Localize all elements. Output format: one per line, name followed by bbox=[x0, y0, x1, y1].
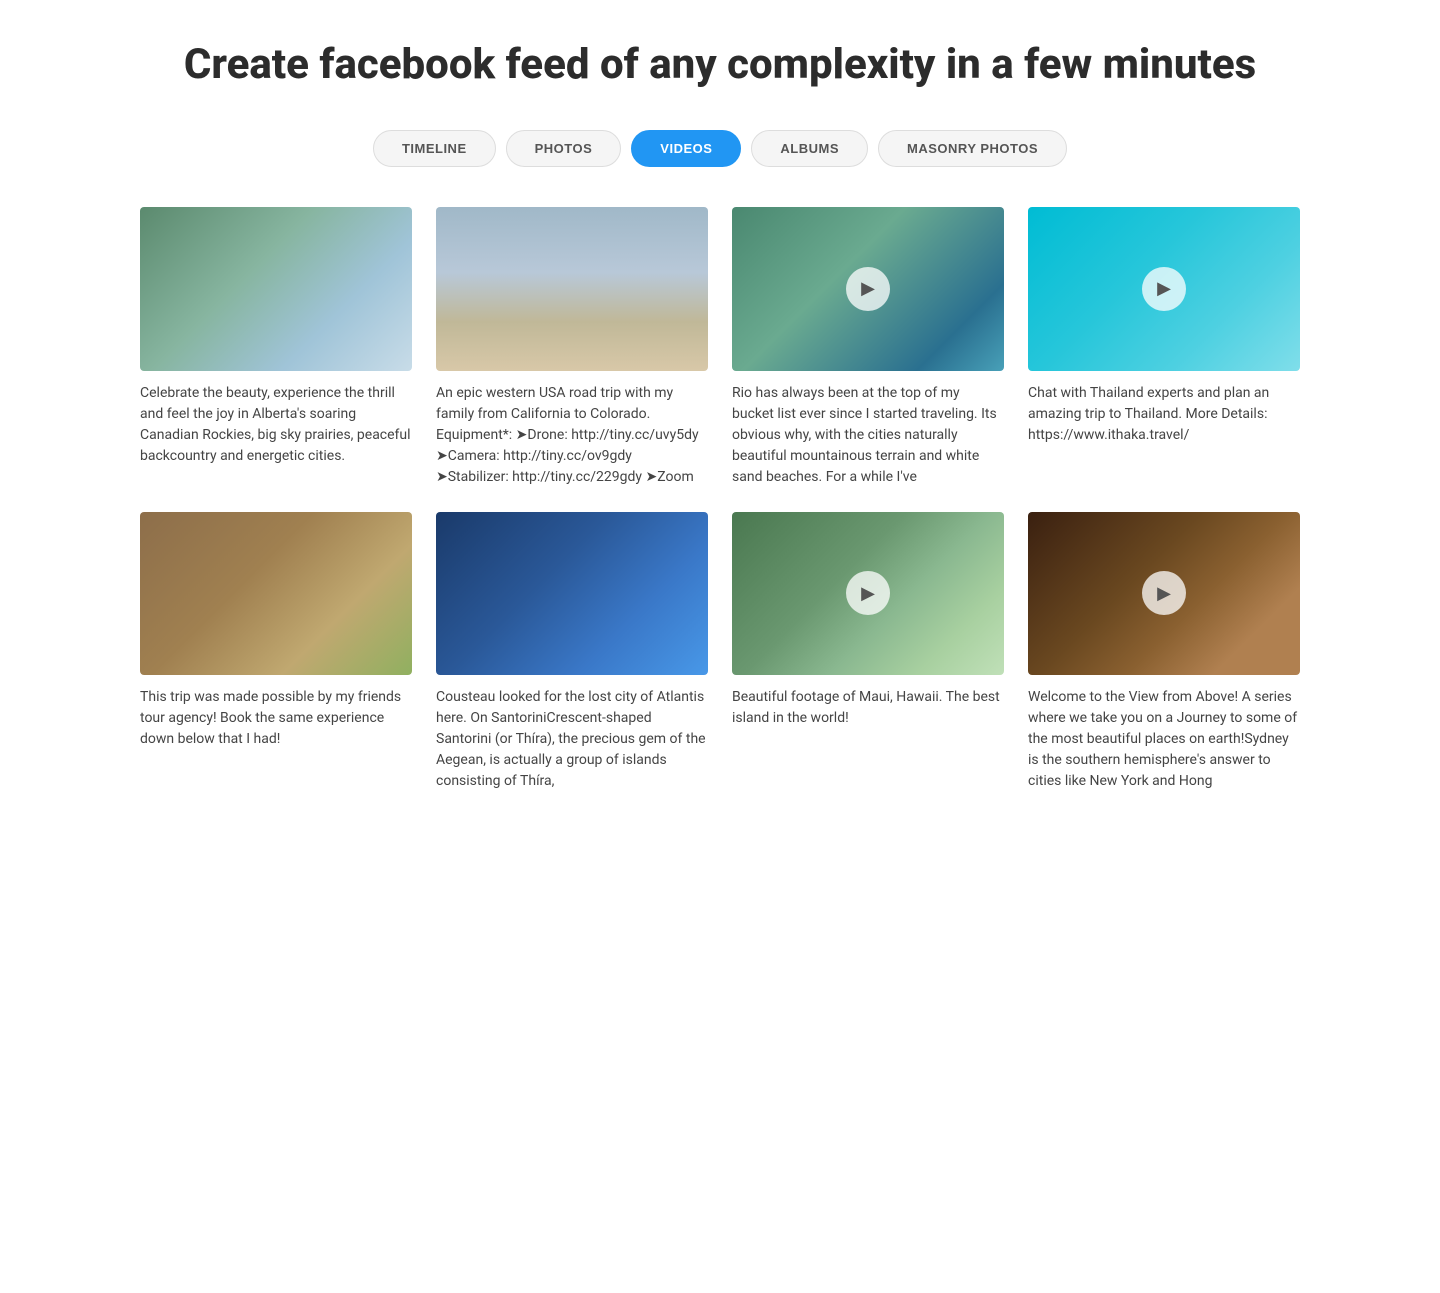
play-icon-4[interactable]: ▶ bbox=[1142, 267, 1186, 311]
tab-albums[interactable]: ALBUMS bbox=[751, 130, 868, 167]
card-7: ▶ Beautiful footage of Maui, Hawaii. The … bbox=[732, 512, 1004, 792]
tab-timeline[interactable]: TIMELINE bbox=[373, 130, 496, 167]
card-4: ▶ Chat with Thailand experts and plan an … bbox=[1028, 207, 1300, 487]
cards-grid: Celebrate the beauty, experience the thr… bbox=[140, 207, 1300, 791]
tabs-bar: TIMELINE PHOTOSVIDEOS ALBUMS MASONRY PHOTOS bbox=[140, 130, 1300, 167]
card-thumbnail-6[interactable] bbox=[436, 512, 708, 675]
card-thumbnail-2[interactable] bbox=[436, 207, 708, 370]
play-icon-3[interactable]: ▶ bbox=[846, 267, 890, 311]
card-1: Celebrate the beauty, experience the thr… bbox=[140, 207, 412, 487]
card-text-1: Celebrate the beauty, experience the thr… bbox=[140, 383, 412, 467]
card-text-6: Cousteau looked for the lost city of Atl… bbox=[436, 687, 708, 792]
card-6: Cousteau looked for the lost city of Atl… bbox=[436, 512, 708, 792]
card-thumbnail-5[interactable] bbox=[140, 512, 412, 675]
tab-photos[interactable]: PHOTOS bbox=[506, 130, 622, 167]
tab-videos[interactable]: VIDEOS bbox=[631, 130, 741, 167]
page-wrapper: Create facebook feed of any complexity i… bbox=[120, 0, 1320, 856]
card-text-3: Rio has always been at the top of my buc… bbox=[732, 383, 1004, 488]
card-text-5: This trip was made possible by my friend… bbox=[140, 687, 412, 750]
card-thumbnail-4[interactable]: ▶ bbox=[1028, 207, 1300, 370]
card-text-4: Chat with Thailand experts and plan an a… bbox=[1028, 383, 1300, 446]
hero-title: Create facebook feed of any complexity i… bbox=[140, 40, 1300, 90]
card-text-7: Beautiful footage of Maui, Hawaii. The b… bbox=[732, 687, 1004, 729]
card-text-2: An epic western USA road trip with my fa… bbox=[436, 383, 708, 488]
card-5: This trip was made possible by my friend… bbox=[140, 512, 412, 792]
play-icon-7[interactable]: ▶ bbox=[846, 571, 890, 615]
card-thumbnail-3[interactable]: ▶ bbox=[732, 207, 1004, 370]
card-8: ▶ Welcome to the View from Above! A serie… bbox=[1028, 512, 1300, 792]
card-thumbnail-7[interactable]: ▶ bbox=[732, 512, 1004, 675]
play-icon-8[interactable]: ▶ bbox=[1142, 571, 1186, 615]
card-3: ▶ Rio has always been at the top of my bu… bbox=[732, 207, 1004, 487]
card-thumbnail-1[interactable] bbox=[140, 207, 412, 370]
card-thumbnail-8[interactable]: ▶ bbox=[1028, 512, 1300, 675]
card-text-8: Welcome to the View from Above! A series… bbox=[1028, 687, 1300, 792]
card-2: An epic western USA road trip with my fa… bbox=[436, 207, 708, 487]
tab-masonry[interactable]: MASONRY PHOTOS bbox=[878, 130, 1067, 167]
